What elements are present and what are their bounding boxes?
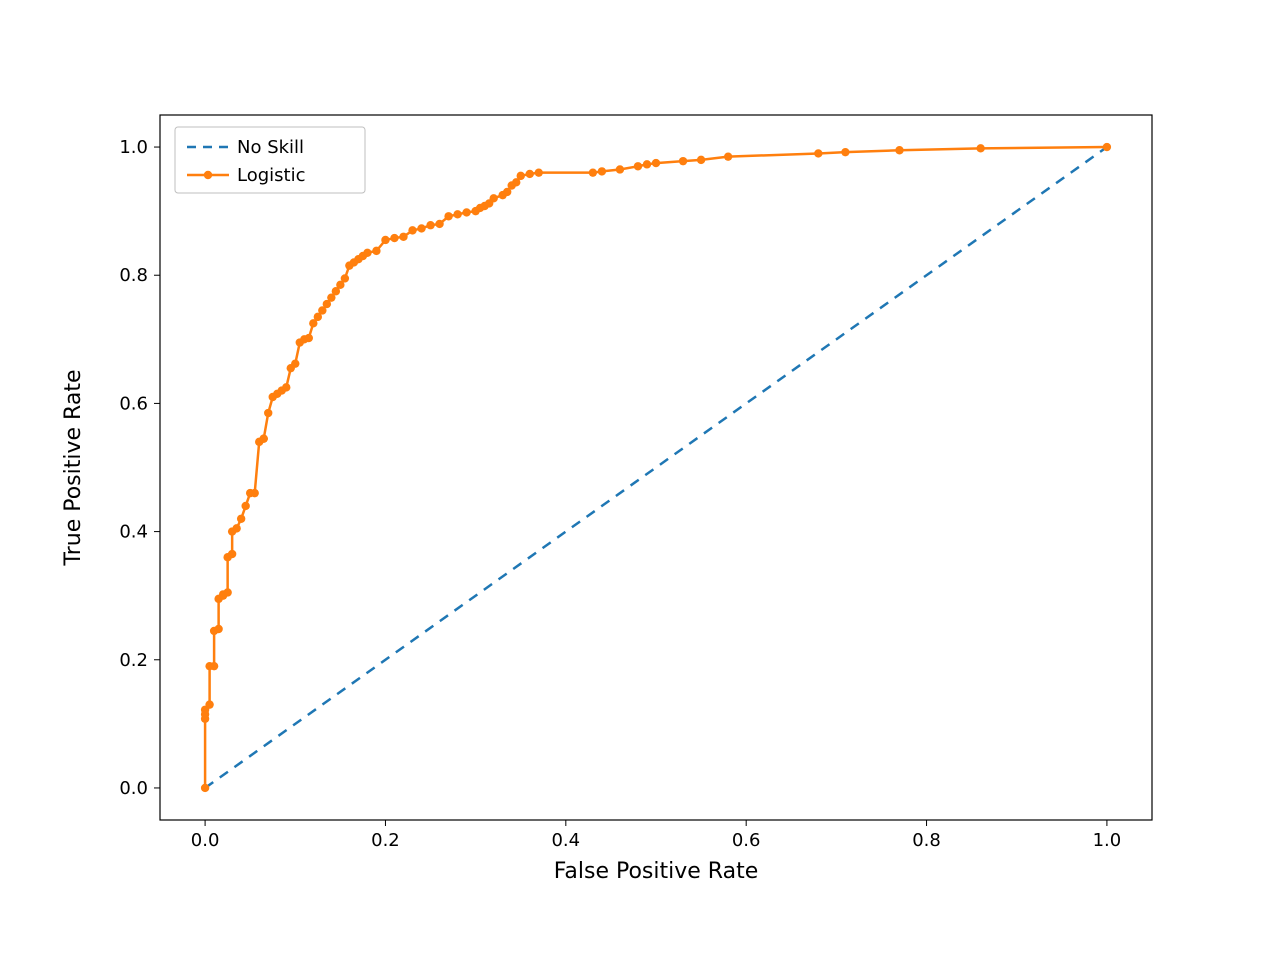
logistic-marker	[634, 162, 642, 170]
logistic-marker	[589, 168, 597, 176]
logistic-marker	[724, 152, 732, 160]
logistic-marker	[517, 172, 525, 180]
logistic-marker	[282, 383, 290, 391]
x-tick-label: 0.4	[551, 830, 580, 851]
x-tick-label: 0.2	[371, 830, 400, 851]
logistic-marker	[363, 249, 371, 257]
logistic-marker	[652, 159, 660, 167]
logistic-marker	[201, 784, 209, 792]
logistic-marker	[598, 167, 606, 175]
logistic-marker	[399, 233, 407, 241]
logistic-marker	[435, 220, 443, 228]
logistic-marker	[291, 359, 299, 367]
logistic-marker	[444, 212, 452, 220]
logistic-marker	[241, 502, 249, 510]
logistic-marker	[214, 625, 222, 633]
logistic-marker	[390, 234, 398, 242]
logistic-marker	[381, 236, 389, 244]
logistic-marker	[264, 409, 272, 417]
x-axis-label: False Positive Rate	[554, 859, 758, 884]
logistic-marker	[260, 434, 268, 442]
legend-label: Logistic	[237, 165, 305, 186]
no-skill-line	[205, 147, 1107, 788]
x-tick-label: 0.0	[191, 830, 220, 851]
logistic-marker	[814, 149, 822, 157]
chart-svg: 0.0 0.2 0.4 0.6 0.8 1.0 0.0 0.2 0.4 0.6 0.8 1.0 Fals…	[0, 0, 1280, 960]
logistic-marker	[616, 165, 624, 173]
y-tick-label: 0.2	[119, 650, 148, 671]
chart-container: 0.0 0.2 0.4 0.6 0.8 1.0 0.0 0.2 0.4 0.6 0.8 1.0 Fals…	[0, 0, 1280, 960]
logistic-marker	[976, 144, 984, 152]
legend-label: No Skill	[237, 137, 304, 158]
logistic-marker	[305, 334, 313, 342]
logistic-marker	[1103, 143, 1111, 151]
logistic-marker	[526, 170, 534, 178]
logistic-marker	[489, 194, 497, 202]
logistic-marker	[250, 489, 258, 497]
y-tick-label: 0.0	[119, 778, 148, 799]
logistic-marker	[453, 210, 461, 218]
logistic-marker	[205, 700, 213, 708]
y-tick-label: 0.6	[119, 393, 148, 414]
logistic-marker	[697, 156, 705, 164]
logistic-marker	[417, 224, 425, 232]
logistic-marker	[341, 274, 349, 282]
x-tick-label: 0.6	[732, 830, 761, 851]
logistic-marker	[535, 168, 543, 176]
logistic-marker	[237, 515, 245, 523]
y-tick-label: 1.0	[119, 137, 148, 158]
logistic-marker	[408, 226, 416, 234]
y-tick-label: 0.4	[119, 522, 148, 543]
logistic-marker	[643, 160, 651, 168]
logistic-marker	[210, 662, 218, 670]
logistic-marker	[895, 146, 903, 154]
logistic-marker	[841, 148, 849, 156]
logistic-marker	[232, 524, 240, 532]
x-tick-label: 1.0	[1093, 830, 1122, 851]
logistic-marker	[223, 588, 231, 596]
y-axis-label: True Positive Rate	[61, 370, 86, 567]
logistic-marker	[462, 208, 470, 216]
x-tick-label: 0.8	[912, 830, 941, 851]
logistic-marker	[426, 221, 434, 229]
logistic-marker	[372, 247, 380, 255]
logistic-marker	[679, 157, 687, 165]
legend-marker-logistic	[204, 171, 212, 179]
logistic-marker	[228, 550, 236, 558]
y-tick-label: 0.8	[119, 265, 148, 286]
